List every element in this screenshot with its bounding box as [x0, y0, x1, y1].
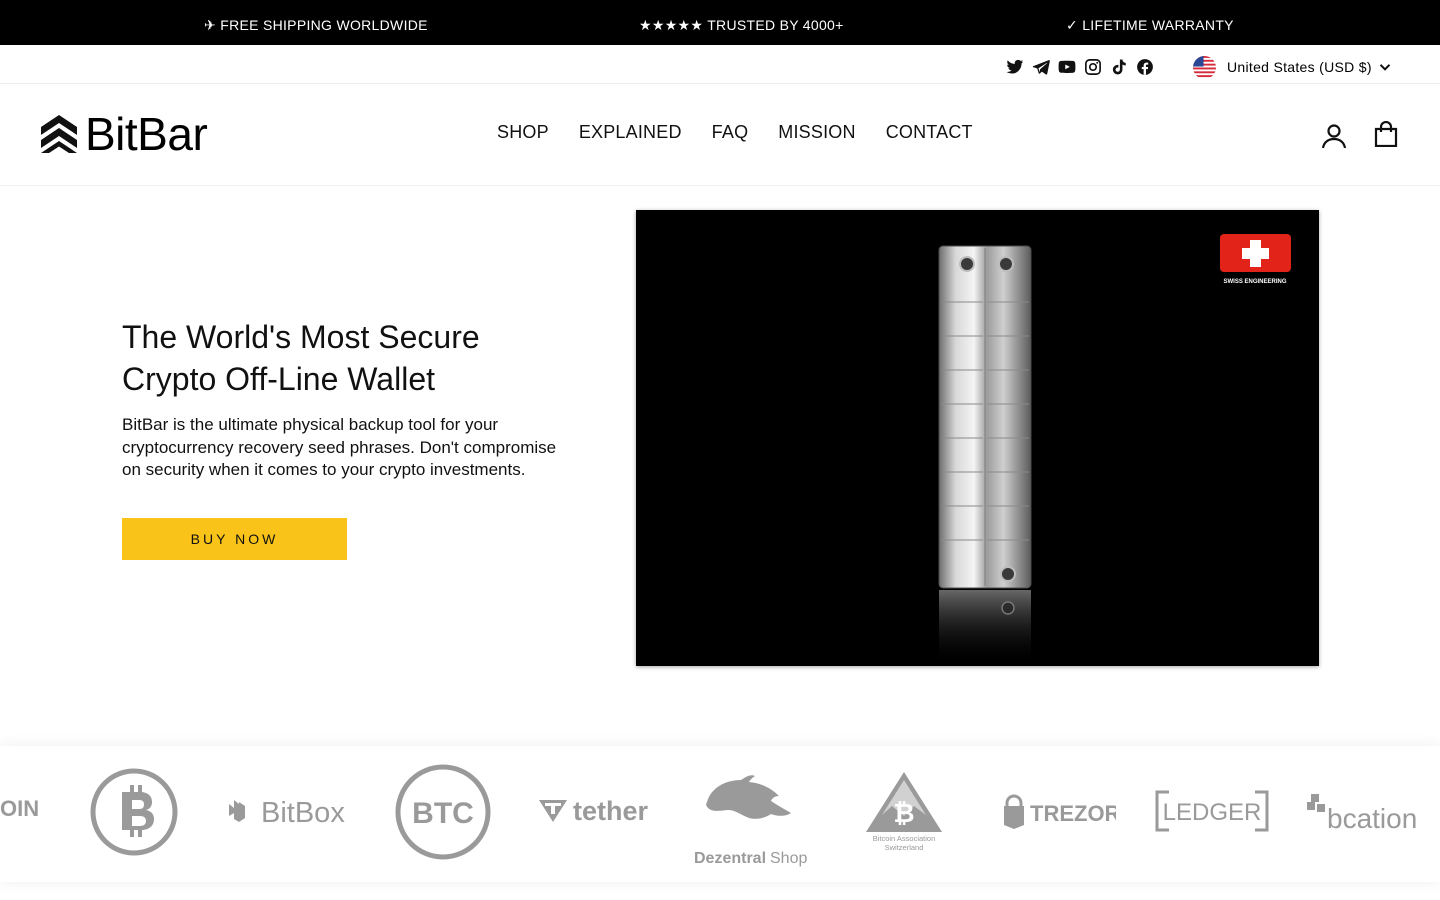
partner-dezentral-logo: Dezentral Shop [694, 775, 807, 867]
svg-text:OIN: OIN [0, 796, 39, 821]
nav-explained[interactable]: EXPLAINED [579, 122, 682, 143]
svg-text:Dezentral: Dezentral [694, 850, 766, 867]
svg-text:Shop: Shop [770, 850, 807, 867]
chevron-down-icon [1379, 64, 1391, 71]
svg-text:Switzerland: Switzerland [885, 843, 924, 852]
youtube-icon[interactable] [1058, 58, 1076, 76]
buy-now-button[interactable]: BUY NOW [122, 518, 347, 560]
nav-contact[interactable]: CONTACT [886, 122, 973, 143]
brand-name: BitBar [85, 108, 208, 160]
cart-icon[interactable] [1373, 121, 1399, 147]
partner-btc-logo: BTC [395, 764, 491, 860]
bitbar-logo-icon [41, 115, 77, 153]
hero-title: The World's Most Secure Crypto Off-Line … [122, 319, 480, 397]
svg-text:TREZOR: TREZOR [1030, 801, 1116, 826]
hero-product-video[interactable]: SWISS ENGINEERING [636, 210, 1319, 666]
svg-text:Bitcoin Association: Bitcoin Association [873, 834, 936, 843]
brand-logo[interactable]: BitBar [39, 108, 208, 160]
partner-trezor-logo: TREZOR [1004, 794, 1116, 829]
announcement-shipping: ✈ FREE SHIPPING WORLDWIDE [204, 17, 428, 33]
utility-bar: United States (USD $) [0, 45, 1440, 84]
swiss-engineering-label: SWISS ENGINEERING [1223, 279, 1286, 285]
announcement-bar: ✈ FREE SHIPPING WORLDWIDE ★★★★★ TRUSTED … [0, 0, 1440, 45]
twitter-icon[interactable] [1006, 58, 1024, 76]
svg-text:BitBox: BitBox [261, 797, 345, 829]
bitcoin-logo-icon [90, 768, 178, 856]
facebook-icon[interactable] [1136, 58, 1154, 76]
currency-label: United States (USD $) [1227, 59, 1372, 75]
tiktok-icon[interactable] [1110, 58, 1128, 76]
svg-text:LEDGER: LEDGER [1163, 799, 1262, 826]
svg-text:bcation: bcation [1327, 803, 1417, 834]
nav-faq[interactable]: FAQ [712, 122, 749, 143]
announcement-trusted: ★★★★★ TRUSTED BY 4000+ [639, 17, 844, 33]
instagram-icon[interactable] [1084, 58, 1102, 76]
social-links [1006, 58, 1154, 76]
partner-tether-logo: tether [539, 796, 649, 826]
svg-text:₿: ₿ [893, 798, 914, 828]
site-header: BitBar SHOP EXPLAINED FAQ MISSION CONTAC… [0, 84, 1440, 186]
announcement-warranty: ✓ LIFETIME WARRANTY [1066, 17, 1234, 33]
telegram-icon[interactable] [1032, 58, 1050, 76]
nav-shop[interactable]: SHOP [497, 122, 549, 143]
currency-selector[interactable]: United States (USD $) [1193, 55, 1391, 79]
partner-coin-logo: OIN [0, 796, 39, 821]
account-icon[interactable] [1321, 123, 1347, 149]
partner-bitbox-logo: BitBox [229, 797, 345, 829]
partner-bcation-logo: bcation [1307, 794, 1417, 834]
partner-logos-strip: OIN BitBox BTC tether Dezentral Shop ₿ B… [0, 746, 1440, 882]
partner-ledger-logo: LEDGER [1155, 790, 1269, 832]
partner-bitcoin-association-logo: ₿ Bitcoin Association Switzerland [866, 772, 942, 852]
main-nav: SHOP EXPLAINED FAQ MISSION CONTACT [497, 122, 973, 143]
nav-mission[interactable]: MISSION [778, 122, 855, 143]
product-image: SWISS ENGINEERING [636, 210, 1319, 666]
svg-text:BTC: BTC [412, 797, 474, 830]
us-flag-icon [1193, 55, 1216, 79]
hero-description: BitBar is the ultimate physical backup t… [122, 415, 557, 479]
svg-text:tether: tether [573, 796, 649, 826]
